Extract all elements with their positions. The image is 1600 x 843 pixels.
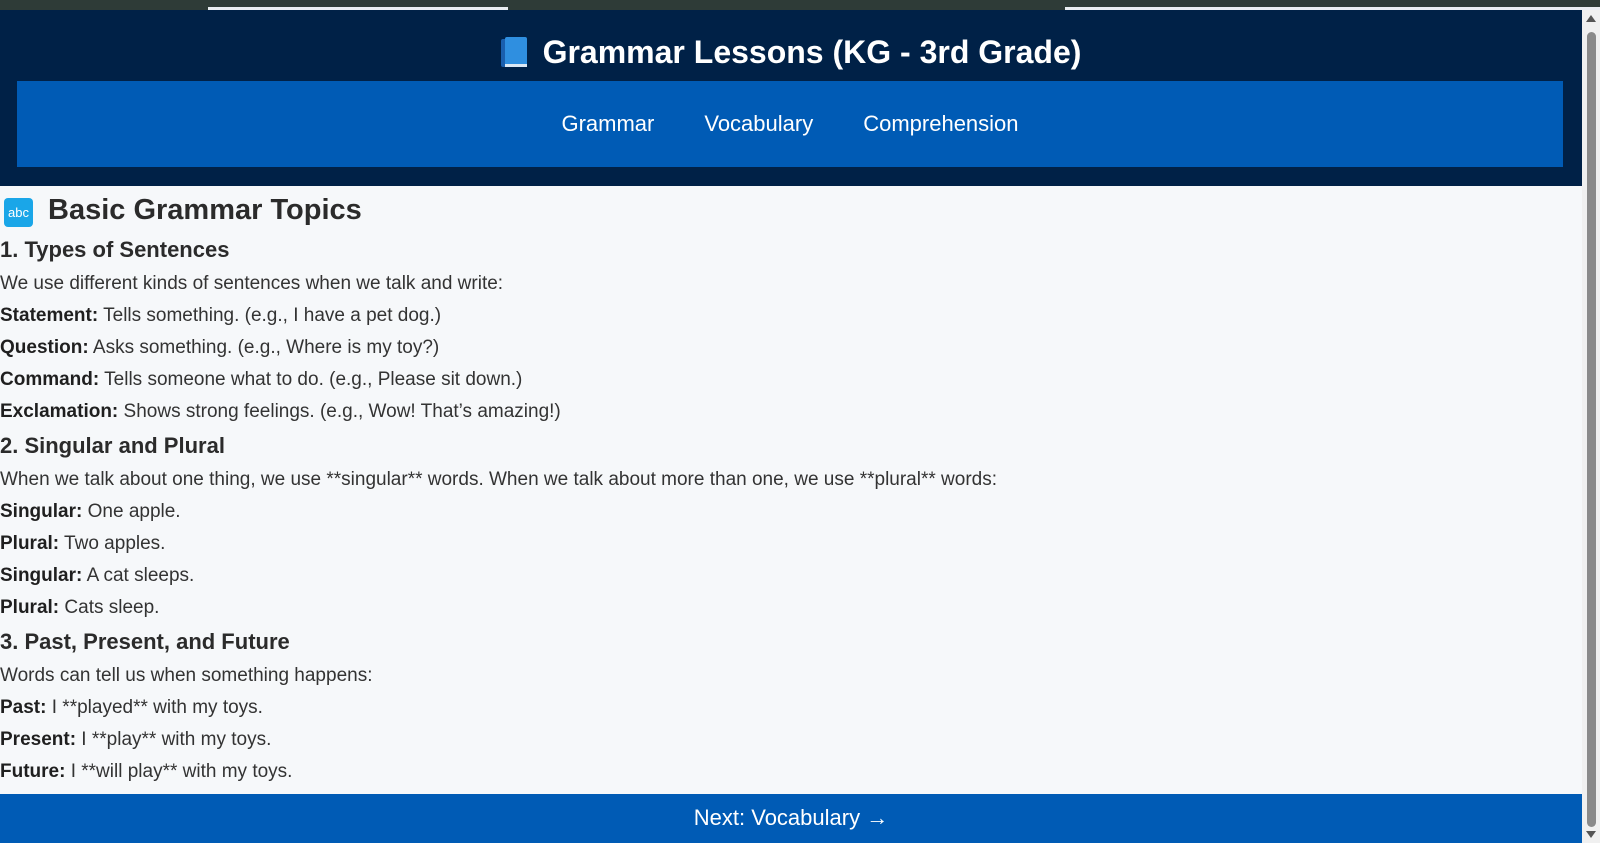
list-item: Plural: Two apples. [0,532,165,556]
next-vocabulary-button[interactable]: Next: Vocabulary → [0,794,1582,843]
browser-top-strip [0,0,1600,10]
section-intro: Words can tell us when something happens… [0,665,373,686]
item-term: Statement: [0,305,99,326]
list-item: Present: I **play** with my toys. [0,728,271,752]
scroll-down-arrow-icon[interactable] [1586,831,1596,838]
page-viewport: Grammar Lessons (KG - 3rd Grade) Grammar… [0,10,1582,843]
book-icon [500,37,527,67]
list-item: Future: I **will play** with my toys. [0,760,292,784]
vertical-scrollbar[interactable] [1582,10,1600,843]
item-text: I **play** with my toys. [76,729,272,750]
item-text: Shows strong feelings. (e.g., Wow! That’… [118,401,561,422]
item-term: Singular: [0,565,83,586]
section-title: 2. Singular and Plural [0,433,225,458]
item-text: Cats sleep. [59,597,160,618]
abc-icon: abc [4,198,33,227]
site-title-text: Grammar Lessons (KG - 3rd Grade) [542,34,1082,70]
item-text: A cat sleeps. [82,565,195,586]
section-title: 3. Past, Present, and Future [0,629,290,654]
item-text: Tells something. (e.g., I have a pet dog… [98,305,442,326]
item-text: Asks something. (e.g., Where is my toy?) [88,337,440,358]
list-item: Exclamation: Shows strong feelings. (e.g… [0,400,561,424]
item-term: Plural: [0,597,60,618]
page-heading-text: Basic Grammar Topics [48,194,362,226]
nav-link-vocabulary[interactable]: Vocabulary [704,111,813,137]
item-text: Tells someone what to do. (e.g., Please … [99,369,523,390]
item-term: Past: [0,697,47,718]
section-intro: When we talk about one thing, we use **s… [0,469,997,490]
list-item: Question: Asks something. (e.g., Where i… [0,336,439,360]
item-term: Future: [0,761,66,782]
item-term: Question: [0,337,89,358]
list-item: Singular: A cat sleeps. [0,564,194,588]
item-text: One apple. [82,501,181,522]
item-text: I **will play** with my toys. [65,761,293,782]
list-item: Past: I **played** with my toys. [0,696,263,720]
nav-link-comprehension[interactable]: Comprehension [863,111,1018,137]
nav-link-grammar[interactable]: Grammar [561,111,654,137]
site-title: Grammar Lessons (KG - 3rd Grade) [0,32,1582,72]
list-item: Command: Tells someone what to do. (e.g.… [0,368,522,392]
section-intro: We use different kinds of sentences when… [0,273,504,294]
list-item: Plural: Cats sleep. [0,596,159,620]
list-item: Singular: One apple. [0,500,181,524]
item-term: Singular: [0,501,83,522]
item-text: I **played** with my toys. [46,697,263,718]
main-nav: Grammar Vocabulary Comprehension [17,81,1563,167]
scroll-up-arrow-icon[interactable] [1586,15,1596,22]
item-term: Exclamation: [0,401,119,422]
item-term: Plural: [0,533,60,554]
item-text: Two apples. [59,533,166,554]
scroll-thumb[interactable] [1587,32,1596,827]
item-term: Present: [0,729,77,750]
list-item: Statement: Tells something. (e.g., I hav… [0,304,441,328]
page-heading: abc Basic Grammar Topics [0,194,362,227]
item-term: Command: [0,369,100,390]
section-title: 1. Types of Sentences [0,237,230,262]
site-header: Grammar Lessons (KG - 3rd Grade) Grammar… [0,10,1582,186]
